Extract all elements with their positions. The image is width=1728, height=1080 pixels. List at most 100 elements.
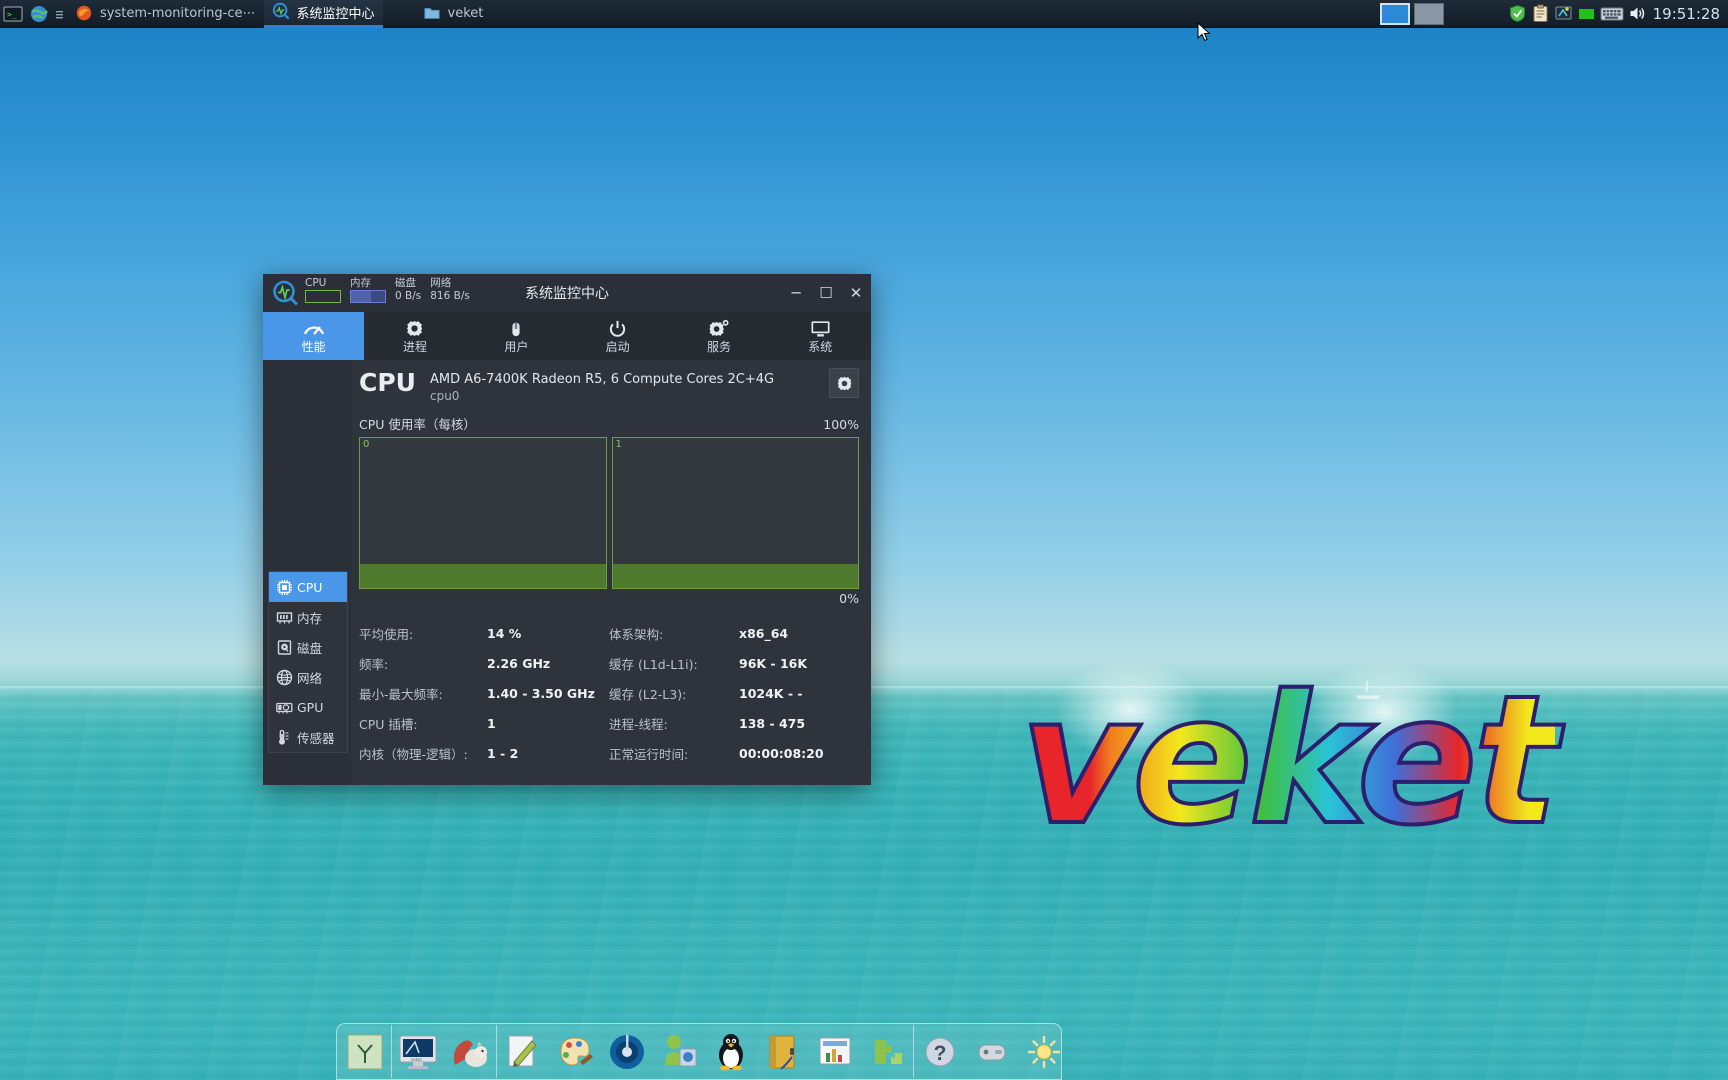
dock-item-user-profile[interactable] — [653, 1026, 705, 1078]
help-question-icon: ? — [925, 1037, 955, 1066]
tab-users[interactable]: 用户 — [466, 312, 567, 360]
cpu-core-chart: 0 — [359, 437, 607, 589]
tab-services[interactable]: 服务 — [668, 312, 769, 360]
dock-item-spreadsheet[interactable] — [809, 1026, 861, 1078]
meter-network-label: 网络 — [430, 277, 452, 289]
cpu-stats: 平均使用: 14 % 频率: 2.26 GHz 最小-最大频率: 1.40 - … — [359, 618, 859, 768]
dock-item-paint[interactable] — [549, 1026, 601, 1078]
tab-performance-label: 性能 — [301, 339, 326, 354]
core-index-label: 0 — [363, 439, 370, 450]
taskbar-item-firefox[interactable]: system-monitoring-ce⋯ — [67, 0, 264, 28]
core-usage-fill — [360, 564, 606, 588]
dock-item-help[interactable]: ? — [914, 1026, 966, 1078]
harddisk-icon — [276, 639, 293, 656]
sidebar-item-network[interactable]: 网络 — [269, 662, 347, 692]
sidebar-item-disk[interactable]: 磁盘 — [269, 632, 347, 662]
sidebar-item-cpu[interactable]: CPU — [269, 572, 347, 602]
svg-text:>_: >_ — [7, 10, 17, 19]
cpu-panel: CPU AMD A6-7400K Radeon R5, 6 Compute Co… — [351, 360, 871, 785]
dock: veket ? — [336, 1023, 1062, 1080]
tab-performance[interactable]: 性能 — [263, 312, 365, 360]
cpu-stats-left: 平均使用: 14 % 频率: 2.26 GHz 最小-最大频率: 1.40 - … — [359, 618, 609, 768]
power-icon — [608, 319, 627, 339]
text-editor-icon — [508, 1035, 537, 1067]
tab-system[interactable]: 系统 — [770, 312, 871, 360]
mouse-device-icon — [978, 1044, 1006, 1060]
dock-item-green-puzzle[interactable] — [861, 1026, 913, 1078]
tab-system-label: 系统 — [808, 339, 833, 354]
notepad-tree-icon — [347, 1034, 383, 1069]
maximize-button[interactable]: ☐ — [811, 278, 841, 308]
sidebar-item-memory[interactable]: 内存 — [269, 602, 347, 632]
sidebar-nav: CPU 内存 磁盘 网络 GPU 传感器 — [268, 571, 348, 753]
stat-key: 缓存 (L1d-L1i): — [609, 656, 698, 672]
cpu-settings-button[interactable] — [829, 368, 859, 398]
clock: 19:51:28 — [1652, 4, 1720, 23]
stat-row: 体系架构: x86_64 — [609, 618, 859, 648]
chip-icon — [276, 579, 293, 596]
stat-row: 最小-最大频率: 1.40 - 3.50 GHz — [359, 678, 609, 708]
thermometer-icon — [276, 729, 293, 746]
dock-item-tux[interactable] — [705, 1026, 757, 1078]
meter-memory-bar — [350, 290, 386, 303]
taskbar-item-veket-folder[interactable]: veket — [415, 0, 492, 28]
stat-row: CPU 插槽: 1 — [359, 708, 609, 738]
meter-cpu-label: CPU — [305, 277, 327, 289]
sidebar-item-sensors[interactable]: 传感器 — [269, 722, 347, 752]
shield-icon[interactable] — [1508, 4, 1527, 23]
terminal-icon[interactable]: >_ — [3, 4, 23, 24]
stat-key: 缓存 (L2-L3): — [609, 686, 687, 702]
sidebar-item-label: 传感器 — [297, 730, 335, 746]
close-button[interactable]: ✕ — [841, 278, 871, 308]
taskbar-item-label: veket — [447, 6, 484, 21]
dock-item-folder-open[interactable] — [757, 1026, 809, 1078]
stat-key: 频率: — [359, 656, 389, 672]
taskbar-item-label: 系统监控中心 — [296, 6, 375, 22]
dock-item-squirrel[interactable] — [444, 1026, 496, 1078]
stat-key: 进程-线程: — [609, 716, 668, 732]
dock-item-brightness[interactable] — [1018, 1026, 1070, 1078]
tab-services-label: 服务 — [706, 339, 731, 354]
dock-item-notepad-tree[interactable] — [339, 1026, 391, 1078]
svg-text:veket: veket — [411, 1057, 423, 1062]
workspace-switcher-1[interactable] — [1379, 2, 1410, 25]
menu-icon[interactable] — [55, 4, 64, 24]
monitor-search-icon — [271, 279, 299, 307]
taskbar: >_ system-monitoring-ce⋯ 系统监控中心 veket 19… — [0, 0, 1728, 28]
sidebar-item-label: 网络 — [297, 670, 323, 686]
user-profile-icon — [665, 1034, 697, 1066]
minimize-button[interactable]: ─ — [781, 278, 811, 308]
globe-icon[interactable] — [29, 4, 49, 24]
stat-row: 正常运行时间: 00:00:08:20 — [609, 738, 859, 768]
core-usage-fill — [612, 564, 858, 588]
stat-row: 进程-线程: 138 - 475 — [609, 708, 859, 738]
window-titlebar[interactable]: CPU 内存 磁盘 0 B/s 网络 816 B/s 系统监控中心 ─ ☐ ✕ — [263, 274, 871, 312]
stat-key: CPU 插槽: — [359, 716, 418, 732]
core-index-label: 1 — [615, 439, 622, 450]
folder-icon — [423, 4, 443, 24]
green-puzzle-icon — [875, 1039, 902, 1064]
network-icon[interactable] — [1554, 4, 1573, 23]
gear-icon — [837, 376, 851, 390]
gpu-card-icon — [276, 699, 293, 716]
dock-item-imac[interactable]: veket — [392, 1026, 444, 1078]
green-square-icon[interactable] — [1577, 4, 1596, 23]
volume-icon[interactable] — [1628, 4, 1647, 23]
taskbar-item-system-monitor[interactable]: 系统监控中心 — [263, 0, 383, 28]
stat-value: 1.40 - 3.50 GHz — [487, 685, 595, 701]
dock-item-media-player[interactable] — [601, 1026, 653, 1078]
stat-value: 138 - 475 — [739, 715, 806, 731]
dock-item-mouse-device[interactable] — [966, 1026, 1018, 1078]
dock-item-text-editor[interactable] — [497, 1026, 549, 1078]
clipboard-icon[interactable] — [1531, 4, 1550, 23]
stat-value: 2.26 GHz — [487, 655, 551, 671]
tab-users-label: 用户 — [504, 339, 529, 354]
sidebar-item-gpu[interactable]: GPU — [269, 692, 347, 722]
stat-key: 体系架构: — [609, 626, 664, 642]
tab-startup[interactable]: 启动 — [567, 312, 668, 360]
keyboard-icon[interactable] — [1600, 4, 1624, 23]
stat-row: 内核（物理-逻辑）: 1 - 2 — [359, 738, 609, 768]
tab-processes[interactable]: 进程 — [364, 312, 465, 360]
workspace-switcher-2[interactable] — [1413, 2, 1444, 25]
ram-icon — [276, 609, 293, 626]
